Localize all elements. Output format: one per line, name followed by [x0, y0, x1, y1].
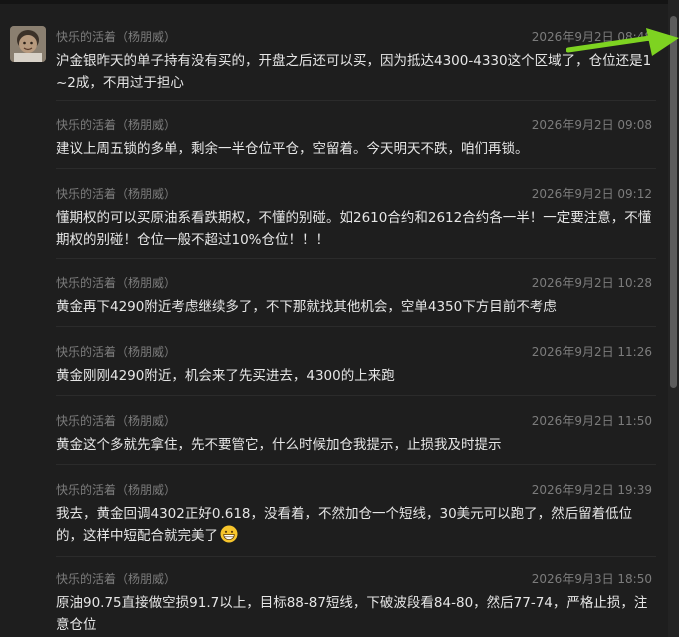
- message-time: 2026年9月2日 19:39: [531, 483, 652, 497]
- message-text: 黄金再下4290附近考虑继续多了，不下那就找其他机会，空单4350下方目前不考虑: [56, 299, 557, 315]
- scrollbar-thumb[interactable]: [670, 16, 677, 388]
- divider: [56, 464, 656, 465]
- divider: [56, 100, 656, 101]
- message-item[interactable]: 快乐的活着（杨朋威） 2026年9月2日 09:12 懂期权的可以买原油系看跌期…: [56, 185, 656, 251]
- message-text: 黄金这个多就先拿住，先不要管它，什么时候加仓我提示，止损我及时提示: [56, 437, 502, 453]
- message-item[interactable]: 快乐的活着（杨朋威） 2026年9月2日 08:48 沪金银昨天的单子持有没有买…: [56, 28, 656, 94]
- message-author: 快乐的活着（杨朋威）: [56, 414, 177, 428]
- child-photo-avatar[interactable]: [10, 26, 46, 62]
- message-text: 原油90.75直接做空损91.7以上，目标88-87短线，下破波段看84-80，…: [56, 595, 648, 633]
- divider: [56, 258, 656, 259]
- message-time: 2026年9月2日 11:26: [531, 345, 652, 359]
- message-time: 2026年9月2日 09:08: [531, 118, 652, 132]
- message-text: 懂期权的可以买原油系看跌期权，不懂的别碰。如2610合约和2612合约各一半！一…: [56, 210, 652, 248]
- message-time: 2026年9月2日 08:48: [531, 30, 652, 44]
- message-text: 沪金银昨天的单子持有没有买的，开盘之后还可以买，因为抵达4300-4330这个区…: [56, 53, 652, 91]
- message-author: 快乐的活着（杨朋威）: [56, 276, 177, 290]
- message-author: 快乐的活着（杨朋威）: [56, 118, 177, 132]
- message-author: 快乐的活着（杨朋威）: [56, 572, 177, 586]
- message-time: 2026年9月2日 10:28: [531, 276, 652, 290]
- message-text: 建议上周五锁的多单，剩余一半仓位平仓，空留着。今天明天不跌，咱们再锁。: [56, 141, 529, 157]
- message-item[interactable]: 快乐的活着（杨朋威） 2026年9月2日 09:08 建议上周五锁的多单，剩余一…: [56, 116, 656, 160]
- message-item[interactable]: 快乐的活着（杨朋威） 2026年9月3日 18:50 原油90.75直接做空损9…: [56, 570, 656, 636]
- message-text: 黄金刚刚4290附近，机会来了先买进去，4300的上来跑: [56, 368, 395, 384]
- message-item[interactable]: 快乐的活着（杨朋威） 2026年9月2日 19:39 我去，黄金回调4302正好…: [56, 481, 656, 547]
- divider: [56, 556, 656, 557]
- message-author: 快乐的活着（杨朋威）: [56, 187, 177, 201]
- message-text: 我去，黄金回调4302正好0.618，没看着，不然加仓一个短线，30美元可以跑了…: [56, 503, 656, 547]
- vertical-scrollbar[interactable]: [668, 0, 679, 637]
- message-author: 快乐的活着（杨朋威）: [56, 483, 177, 497]
- message-time: 2026年9月2日 11:50: [531, 414, 652, 428]
- message-item[interactable]: 快乐的活着（杨朋威） 2026年9月2日 10:28 黄金再下4290附近考虑继…: [56, 274, 656, 318]
- message-time: 2026年9月3日 18:50: [531, 572, 652, 586]
- divider: [56, 326, 656, 327]
- message-item[interactable]: 快乐的活着（杨朋威） 2026年9月2日 11:26 黄金刚刚4290附近，机会…: [56, 343, 656, 387]
- divider: [56, 395, 656, 396]
- message-author: 快乐的活着（杨朋威）: [56, 30, 177, 44]
- grinning-face-icon: [220, 525, 238, 543]
- message-item[interactable]: 快乐的活着（杨朋威） 2026年9月2日 11:50 黄金这个多就先拿住，先不要…: [56, 412, 656, 456]
- message-text-content: 我去，黄金回调4302正好0.618，没看着，不然加仓一个短线，30美元可以跑了…: [56, 506, 633, 544]
- message-author: 快乐的活着（杨朋威）: [56, 345, 177, 359]
- divider: [56, 168, 656, 169]
- avatar-image: [10, 26, 46, 62]
- message-feed[interactable]: 快乐的活着（杨朋威） 2026年9月2日 08:48 沪金银昨天的单子持有没有买…: [0, 0, 668, 637]
- message-time: 2026年9月2日 09:12: [531, 187, 652, 201]
